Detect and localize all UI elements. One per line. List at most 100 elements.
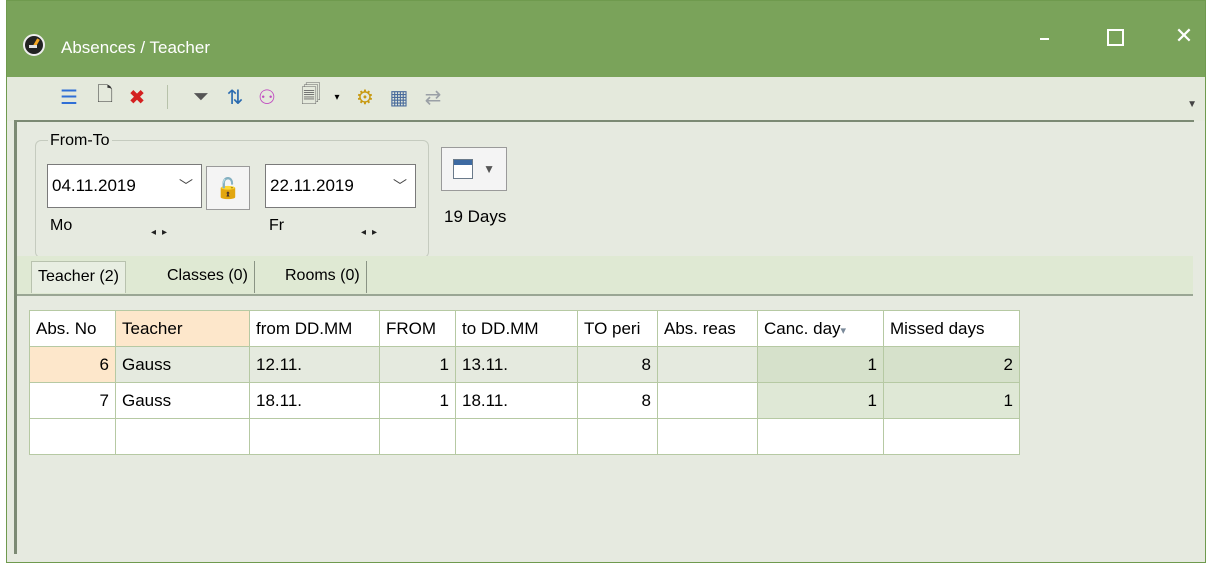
column-header[interactable]: Missed days xyxy=(883,310,1020,347)
days-count: 19 Days xyxy=(444,207,507,226)
tab-rooms[interactable]: Rooms (0) xyxy=(279,261,367,293)
from-weekday: Mo xyxy=(50,217,73,234)
table-cell[interactable] xyxy=(883,418,1020,455)
table-cell[interactable]: 7 xyxy=(29,382,116,419)
table-cell[interactable]: 8 xyxy=(577,382,658,419)
from-date-picker[interactable]: 04.11.2019 ﹀ xyxy=(47,164,202,208)
calendar-grid-button[interactable]: ▦ xyxy=(385,83,413,111)
toolbar: ☰ 🗋 ✖ ⏷ ⇅ ⚇ 🗐 ▾ ⚙ ▦ ⇄ ▼ xyxy=(7,77,1205,121)
arrow-left-icon[interactable]: ◂ xyxy=(151,227,162,238)
table-cell[interactable] xyxy=(757,418,884,455)
table-header-row: Abs. No Teacher from DD.MM FROM to DD.MM… xyxy=(29,310,1020,347)
table-cell[interactable]: 1 xyxy=(757,382,884,419)
maximize-button[interactable] xyxy=(1091,21,1137,51)
lock-range-button[interactable]: 🔓 xyxy=(206,166,250,210)
from-date-value: 04.11.2019 xyxy=(52,176,136,195)
column-header[interactable]: TO peri xyxy=(577,310,658,347)
report-icon: 🗐 xyxy=(301,84,321,106)
table-cell[interactable] xyxy=(657,418,758,455)
list-icon: ☰ xyxy=(60,86,78,109)
list-view-button[interactable]: ☰ xyxy=(55,83,83,111)
filter-button[interactable]: ⏷ xyxy=(187,83,215,111)
close-button[interactable]: ✕ xyxy=(1161,21,1207,51)
table-cell[interactable] xyxy=(657,346,758,383)
sort-icon: ⇅ xyxy=(226,86,244,109)
table-cell[interactable] xyxy=(249,418,380,455)
to-weekday: Fr xyxy=(269,217,285,234)
table-cell[interactable] xyxy=(657,382,758,419)
table-cell[interactable]: 8 xyxy=(577,346,658,383)
settings-icon: ⚙ xyxy=(356,86,374,109)
date-range-legend: From-To xyxy=(48,132,112,150)
chevron-down-icon: ﹀ xyxy=(393,178,407,194)
table-cell[interactable]: 18.11. xyxy=(249,382,380,419)
report-dropdown-button[interactable]: ▾ xyxy=(323,83,351,111)
chevron-down-icon: ▾ xyxy=(334,91,340,103)
toolbar-overflow-icon[interactable]: ▼ xyxy=(1187,99,1197,110)
column-label: Canc. day xyxy=(764,318,841,338)
title-bar[interactable]: Absences / Teacher ✕ xyxy=(7,1,1205,77)
table-cell[interactable]: Gauss xyxy=(115,382,250,419)
padlock-icon: 🔓 xyxy=(215,177,241,200)
arrow-left-icon[interactable]: ◂ xyxy=(361,227,372,238)
table-cell[interactable]: 2 xyxy=(883,346,1020,383)
calendar-grid-icon: ▦ xyxy=(389,86,409,109)
tab-classes[interactable]: Classes (0) xyxy=(161,261,255,293)
people-icon: ⚇ xyxy=(258,86,276,109)
column-header[interactable]: Canc. day▾ xyxy=(757,310,884,347)
table-cell[interactable] xyxy=(577,418,658,455)
column-header[interactable]: to DD.MM xyxy=(455,310,578,347)
table-cell[interactable]: 6 xyxy=(29,346,116,383)
arrow-right-icon[interactable]: ▸ xyxy=(162,227,173,238)
new-row[interactable] xyxy=(29,418,1020,455)
column-header[interactable]: Abs. reas xyxy=(657,310,758,347)
tab-strip: Teacher (2) Classes (0) Rooms (0) xyxy=(17,256,1193,296)
absences-grid: Abs. No Teacher from DD.MM FROM to DD.MM… xyxy=(17,300,1193,554)
table-cell[interactable]: 1 xyxy=(883,382,1020,419)
absences-table: Abs. No Teacher from DD.MM FROM to DD.MM… xyxy=(29,310,1020,455)
arrow-right-icon[interactable]: ▸ xyxy=(372,227,383,238)
app-clock-icon xyxy=(23,34,45,56)
delete-button[interactable]: ✖ xyxy=(123,83,151,111)
from-date-stepper[interactable]: ◂▸ xyxy=(151,227,173,238)
table-cell[interactable]: Gauss xyxy=(115,346,250,383)
people-button[interactable]: ⚇ xyxy=(253,83,281,111)
report-button[interactable]: 🗐 xyxy=(297,83,325,111)
table-cell[interactable]: 1 xyxy=(757,346,884,383)
table-cell[interactable] xyxy=(379,418,456,455)
column-header[interactable]: Abs. No xyxy=(29,310,116,347)
sort-indicator-icon: ▾ xyxy=(840,324,847,337)
table-cell[interactable]: 1 xyxy=(379,382,456,419)
chevron-down-icon: ▼ xyxy=(483,162,495,176)
to-date-picker[interactable]: 22.11.2019 ﹀ xyxy=(265,164,416,208)
table-cell[interactable]: 13.11. xyxy=(455,346,578,383)
table-cell[interactable] xyxy=(115,418,250,455)
table-cell[interactable]: 1 xyxy=(379,346,456,383)
export-button[interactable]: ⇄ xyxy=(419,83,447,111)
delete-icon: ✖ xyxy=(128,86,146,109)
to-date-value: 22.11.2019 xyxy=(270,176,354,195)
column-header[interactable]: from DD.MM xyxy=(249,310,380,347)
column-header[interactable]: Teacher xyxy=(115,310,250,347)
chevron-down-icon: ﹀ xyxy=(179,178,193,194)
table-cell[interactable]: 12.11. xyxy=(249,346,380,383)
table-cell[interactable]: 18.11. xyxy=(455,382,578,419)
calendar-icon xyxy=(453,159,474,179)
filter-icon: ⏷ xyxy=(193,85,209,108)
table-cell[interactable] xyxy=(455,418,578,455)
table-cell[interactable] xyxy=(29,418,116,455)
table-row[interactable]: 6 Gauss 12.11. 1 13.11. 8 1 2 xyxy=(29,346,1020,383)
calendar-button[interactable]: ▼ xyxy=(441,147,507,191)
new-icon: 🗋 xyxy=(96,84,114,106)
minimize-button[interactable] xyxy=(1021,21,1067,51)
toolbar-separator xyxy=(167,85,168,109)
export-icon: ⇄ xyxy=(424,86,442,109)
tab-teacher[interactable]: Teacher (2) xyxy=(31,261,126,293)
settings-button[interactable]: ⚙ xyxy=(351,83,379,111)
sort-button[interactable]: ⇅ xyxy=(221,83,249,111)
new-button[interactable]: 🗋 xyxy=(91,83,119,111)
table-row[interactable]: 7 Gauss 18.11. 1 18.11. 8 1 1 xyxy=(29,382,1020,419)
column-header[interactable]: FROM xyxy=(379,310,456,347)
to-date-stepper[interactable]: ◂▸ xyxy=(361,227,383,238)
window-title: Absences / Teacher xyxy=(61,38,210,57)
